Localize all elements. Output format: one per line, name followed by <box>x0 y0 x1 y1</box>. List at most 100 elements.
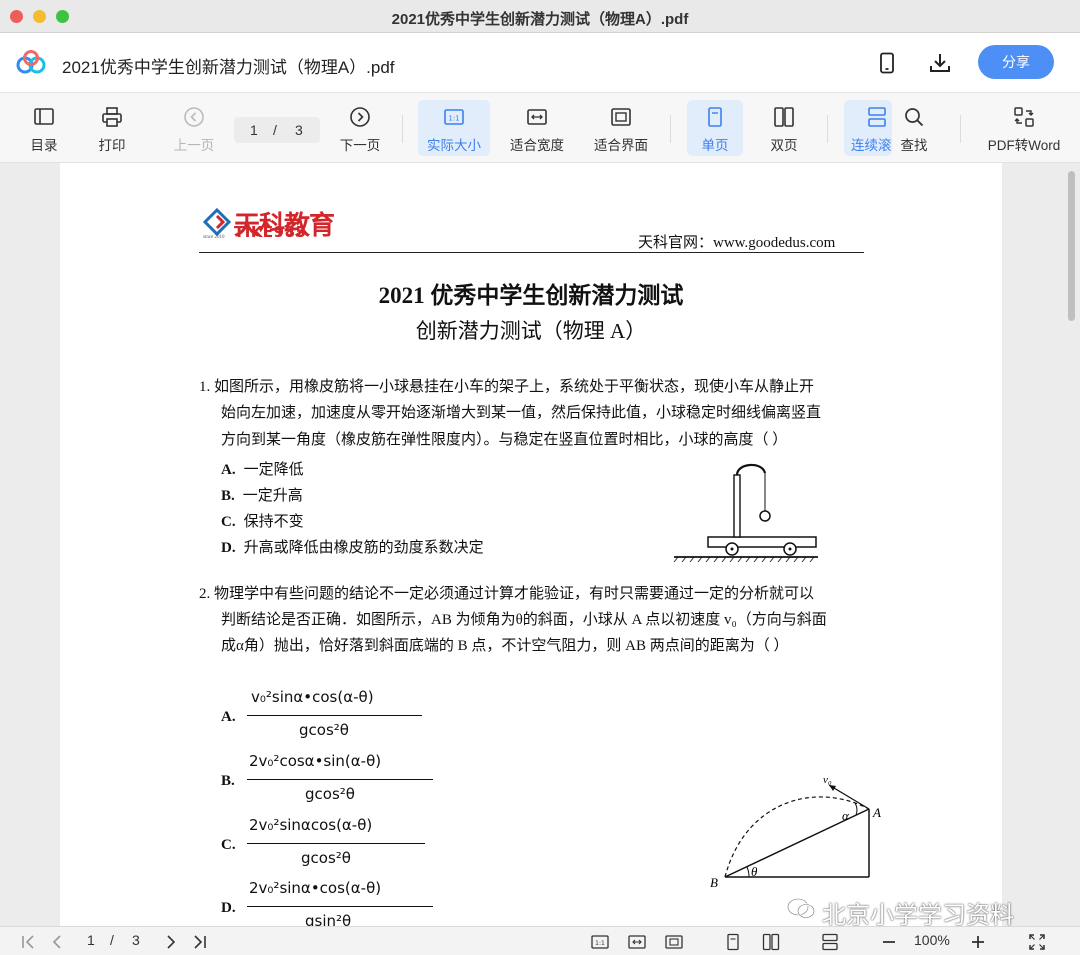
exam-title: 2021 优秀中学生创新潜力测试 <box>378 283 684 308</box>
point-a-label: A <box>872 805 881 820</box>
q1-option: D. 升高或降低由橡皮筋的劲度系数决定 <box>221 536 484 557</box>
continuous-scroll-icon <box>868 107 886 127</box>
double-page-icon[interactable] <box>762 933 780 951</box>
actual-size-icon[interactable]: 1:1 <box>591 933 609 951</box>
download-icon[interactable] <box>928 51 952 75</box>
zoom-level[interactable]: 100% <box>914 932 950 948</box>
double-page-label: 双页 <box>770 138 798 153</box>
status-page-separator: / <box>110 932 114 948</box>
pdf-to-word-label: PDF转Word <box>987 138 1061 153</box>
q1-option: C. 保持不变 <box>221 510 304 531</box>
next-page-button[interactable]: 下一页 <box>336 100 384 156</box>
q2-line: 成α角）抛出，恰好落到斜面底端的 B 点，不计空气阻力，则 AB 两点间的距离为… <box>221 638 789 654</box>
zoom-in-icon[interactable] <box>969 933 987 951</box>
formula-denominator: gsin²θ <box>305 912 352 926</box>
prev-page-button[interactable]: 上一页 <box>170 100 218 156</box>
print-button[interactable]: 打印 <box>92 100 132 156</box>
option-key: C. <box>221 514 236 530</box>
find-button[interactable]: 查找 <box>892 100 936 156</box>
continuous-scroll-icon[interactable] <box>821 933 839 951</box>
total-pages: 3 <box>295 122 303 138</box>
page-number-input[interactable]: 1 / 3 <box>234 117 320 143</box>
option-key: A. <box>221 462 236 478</box>
fraction-bar <box>247 779 433 780</box>
window-title: 2021优秀中学生创新潜力测试（物理A）.pdf <box>391 11 689 28</box>
q2-option-formula: 2v₀²sinαcos(α-θ) gcos²θ <box>247 816 425 871</box>
toc-button[interactable]: 目录 <box>24 100 64 156</box>
theta-label: θ <box>751 864 758 879</box>
option-key: B. <box>221 488 235 504</box>
fraction-bar <box>247 906 433 907</box>
find-label: 查找 <box>900 138 928 153</box>
double-page-button[interactable]: 双页 <box>758 100 810 156</box>
fit-page-icon[interactable] <box>665 933 683 951</box>
cart-pendulum-figure <box>673 463 818 563</box>
option-text: 一定升高 <box>242 488 303 504</box>
fraction-bar <box>247 715 422 716</box>
fit-page-button[interactable]: 适合界面 <box>588 100 654 156</box>
header-rule <box>199 252 864 253</box>
window-titlebar: 2021优秀中学生创新潜力测试（物理A）.pdf <box>0 0 1080 33</box>
q1-line: 1. 如图所示，用橡皮筋将一小球悬挂在小车的架子上，系统处于平衡状态，现使小车从… <box>199 379 815 395</box>
fullscreen-icon[interactable] <box>1028 933 1046 951</box>
document-title: 2021优秀中学生创新潜力测试（物理A）.pdf <box>62 58 395 77</box>
q2-line: 2. 物理学中有些问题的结论不一定必须通过计算才能验证，有时只需要通过一定的分析… <box>199 586 815 602</box>
q1-line: 始向左加速，加速度从零开始逐渐增大到某一值，然后保持此值，小球稳定时细线偏离竖直 <box>221 405 822 421</box>
actual-size-label: 实际大小 <box>427 138 481 153</box>
fit-width-button[interactable]: 适合宽度 <box>504 100 570 156</box>
option-text: 升高或降低由橡皮筋的劲度系数决定 <box>243 540 484 556</box>
option-key: D. <box>221 540 236 556</box>
formula-denominator: gcos²θ <box>301 849 351 867</box>
toolbar-divider <box>402 115 403 143</box>
q2-line: 判断结论是否正确．如图所示，AB 为倾角为θ的斜面，小球从 A 点以初速度 v₀… <box>221 612 827 628</box>
exam-subtitle: 创新潜力测试（物理 A） <box>415 319 647 343</box>
tianke-logo-icon <box>203 208 231 236</box>
prev-page-icon[interactable] <box>48 933 66 951</box>
q2-option-formula: 2v₀²cosα•sin(α-θ) gcos²θ <box>247 752 433 807</box>
vertical-scrollbar-thumb[interactable] <box>1068 171 1075 321</box>
continuous-scroll-button[interactable]: 连续滚 <box>844 100 892 156</box>
next-page-icon[interactable] <box>162 933 180 951</box>
toolbar-divider <box>827 115 828 143</box>
actual-size-button[interactable]: 1:1 实际大小 <box>418 100 490 156</box>
svg-text:1:1: 1:1 <box>448 115 459 123</box>
q2-option-key: B. <box>221 773 235 789</box>
svg-text:1:1: 1:1 <box>595 940 605 947</box>
baidu-cloud-logo-icon <box>16 50 46 74</box>
single-page-label: 单页 <box>701 138 729 153</box>
current-page: 1 <box>250 122 258 138</box>
app-header: 2021优秀中学生创新潜力测试（物理A）.pdf 分享 <box>0 33 1080 93</box>
document-viewport[interactable]: 天科教育 TIKE985 since 2010 天科官网：www.goodedu… <box>0 163 1080 926</box>
pdf-to-word-button[interactable]: PDF转Word <box>984 100 1064 156</box>
fit-width-icon[interactable] <box>628 933 646 951</box>
toolbar-divider <box>960 115 961 143</box>
watermark-text: 北京小学学习资料 <box>822 901 1014 929</box>
toolbar-divider <box>670 115 671 143</box>
fit-page-icon <box>611 108 631 126</box>
phone-icon[interactable] <box>875 51 899 75</box>
zoom-out-icon[interactable] <box>880 933 898 951</box>
status-bar: 1 / 3 1:1 100% <box>0 926 1080 955</box>
toc-icon <box>34 108 54 125</box>
chevron-right-circle-icon <box>350 107 370 127</box>
brand-since: since 2010 <box>203 235 225 240</box>
website-text: 天科官网：www.goodedus.com <box>638 235 836 251</box>
share-button[interactable]: 分享 <box>978 45 1054 79</box>
fit-width-icon <box>527 109 547 125</box>
v0-label: v₀ <box>823 774 832 786</box>
formula-numerator: 2v₀²sinα•cos(α-θ) <box>249 879 382 897</box>
q2-option-key: C. <box>221 837 236 853</box>
q2-option-formula: 2v₀²sinα•cos(α-θ) gsin²θ <box>247 879 433 926</box>
single-page-icon[interactable] <box>724 933 742 951</box>
q1-line: 方向到某一角度（橡皮筋在弹性限度内）。与稳定在竖直位置时相比，小球的高度（ ） <box>221 432 788 448</box>
single-page-button[interactable]: 单页 <box>687 100 743 156</box>
q2-option-key: D. <box>221 900 236 916</box>
formula-numerator: 2v₀²cosα•sin(α-θ) <box>249 752 382 770</box>
actual-size-icon: 1:1 <box>444 109 464 125</box>
fit-page-label: 适合界面 <box>594 138 648 153</box>
last-page-icon[interactable] <box>190 933 208 951</box>
first-page-icon[interactable] <box>20 933 38 951</box>
q1-option: A. 一定降低 <box>221 458 304 479</box>
continuous-scroll-label: 连续滚 <box>851 138 892 153</box>
q1-option: B. 一定升高 <box>221 484 303 505</box>
